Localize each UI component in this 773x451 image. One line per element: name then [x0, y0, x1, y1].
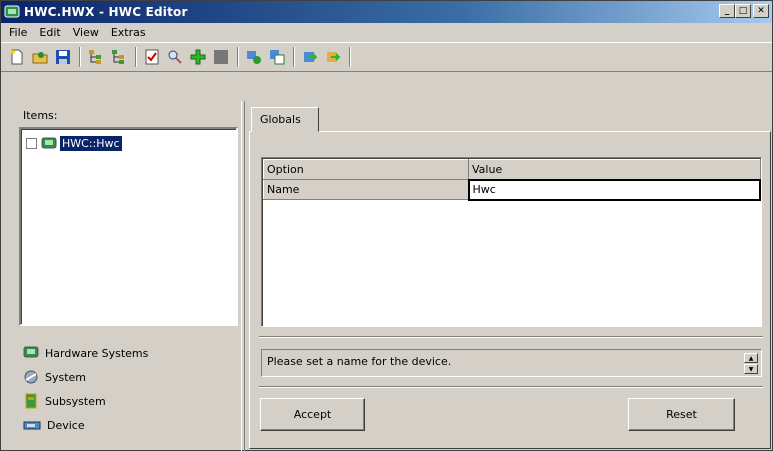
menu-extras[interactable]: Extras: [105, 26, 152, 39]
accept-button[interactable]: Accept: [260, 398, 365, 431]
legend-label: Hardware Systems: [45, 346, 149, 360]
toolbar-separator: [237, 47, 239, 67]
menu-edit[interactable]: Edit: [33, 26, 66, 39]
divider: [259, 386, 763, 388]
items-label: Items:: [23, 109, 58, 122]
legend-item: Device: [23, 413, 148, 437]
column-header-option: Option: [263, 159, 469, 180]
import-icon[interactable]: [300, 47, 320, 67]
toolbar: [1, 42, 772, 72]
open-icon[interactable]: [30, 47, 50, 67]
stop-icon[interactable]: [211, 47, 231, 67]
window-controls: _ □ ✕: [719, 4, 769, 18]
check-icon[interactable]: [142, 47, 162, 67]
legend-label: Subsystem: [45, 394, 106, 408]
options-grid: Option Value Name Hwc: [261, 157, 762, 327]
app-icon: [4, 5, 20, 18]
column-header-value: Value: [468, 159, 761, 180]
option-value-cell[interactable]: Hwc: [467, 178, 761, 201]
items-tree[interactable]: HWC::Hwc: [19, 127, 238, 326]
tree-node-checkbox[interactable]: [26, 138, 37, 149]
legend-item: Subsystem: [23, 389, 148, 413]
toolbar-separator: [349, 47, 351, 67]
reset-label: Reset: [666, 408, 697, 421]
legend-item: System: [23, 365, 148, 389]
legend-label: System: [45, 370, 87, 384]
option-name-cell: Name: [263, 179, 469, 200]
tree-alt-icon[interactable]: [109, 47, 129, 67]
menu-file[interactable]: File: [3, 26, 33, 39]
save-icon[interactable]: [53, 47, 73, 67]
export-icon[interactable]: [244, 47, 264, 67]
menu-view[interactable]: View: [67, 26, 105, 39]
hardware-systems-icon: [41, 137, 57, 148]
tab-globals[interactable]: Globals: [251, 107, 319, 132]
panel-splitter[interactable]: [241, 101, 245, 451]
hint-text: Please set a name for the device.: [267, 355, 452, 368]
hint-scroll[interactable]: ▲ ▼: [744, 353, 758, 375]
scroll-up-icon[interactable]: ▲: [744, 353, 758, 363]
tree-icon[interactable]: [86, 47, 106, 67]
device-icon: [23, 421, 41, 430]
subsystem-icon: [25, 393, 37, 409]
toolbar-separator: [79, 47, 81, 67]
legend-label: Device: [47, 418, 85, 432]
system-icon: [24, 370, 38, 384]
accept-label: Accept: [293, 408, 332, 421]
reset-button[interactable]: Reset: [628, 398, 735, 431]
hardware-systems-icon: [23, 346, 39, 358]
window-title: HWC.HWX - HWC Editor: [24, 5, 188, 19]
maximize-button[interactable]: □: [735, 4, 751, 18]
tree-node-label[interactable]: HWC::Hwc: [60, 136, 122, 151]
menu-bar: File Edit View Extras: [1, 23, 772, 42]
toolbar-separator: [135, 47, 137, 67]
grid-header-row: Option Value: [263, 159, 761, 180]
toolbar-separator: [293, 47, 295, 67]
table-row: Name Hwc: [263, 178, 761, 201]
tree-node[interactable]: HWC::Hwc: [26, 136, 122, 151]
close-button[interactable]: ✕: [753, 4, 769, 18]
copy-icon[interactable]: [267, 47, 287, 67]
forward-icon[interactable]: [323, 47, 343, 67]
item-type-legend: Hardware Systems System Subsystem Device: [23, 341, 148, 437]
title-bar[interactable]: HWC.HWX - HWC Editor _ □ ✕: [1, 1, 772, 23]
editor-window: HWC.HWX - HWC Editor _ □ ✕ File Edit Vie…: [0, 0, 773, 451]
search-icon[interactable]: [165, 47, 185, 67]
add-icon[interactable]: [188, 47, 208, 67]
minimize-button[interactable]: _: [719, 4, 735, 18]
divider: [259, 336, 763, 338]
legend-item: Hardware Systems: [23, 341, 148, 365]
scroll-down-icon[interactable]: ▼: [744, 364, 758, 374]
hint-box: Please set a name for the device. ▲ ▼: [261, 349, 762, 377]
new-icon[interactable]: [7, 47, 27, 67]
